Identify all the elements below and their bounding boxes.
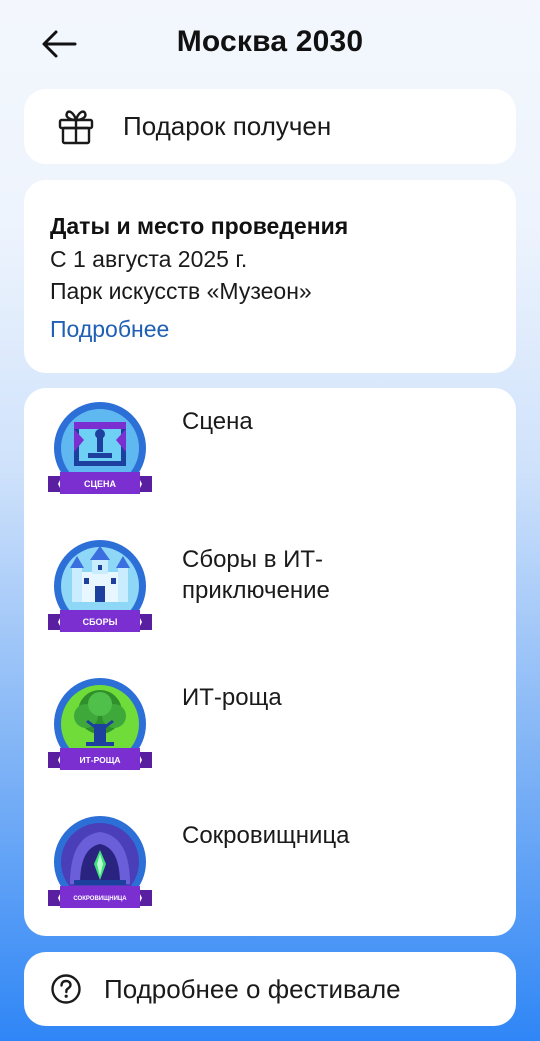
event-date: С 1 августа 2025 г. bbox=[50, 246, 248, 272]
zone-item-stage[interactable]: СЦЕНА Сцена bbox=[24, 388, 516, 526]
more-details-link[interactable]: Подробнее bbox=[50, 313, 169, 345]
tree-badge-icon: ИТ-РОЩА bbox=[48, 678, 152, 770]
badge-label: СЦЕНА bbox=[84, 479, 117, 489]
app-header: Москва 2030 bbox=[0, 0, 540, 90]
zone-item-sbory[interactable]: СБОРЫ Сборы в ИТ- приключение bbox=[24, 526, 516, 664]
event-info-card: Даты и место проведения С 1 августа 2025… bbox=[24, 180, 516, 373]
badge-label: ИТ-РОЩА bbox=[79, 755, 120, 765]
gift-status-label: Подарок получен bbox=[123, 111, 332, 141]
question-circle-icon bbox=[50, 973, 82, 1005]
zones-list: СЦЕНА Сцена СБОРЫ Сборы в ИТ- приключени… bbox=[24, 388, 516, 936]
cave-badge-icon: СОКРОВИЩНИЦА bbox=[48, 816, 152, 908]
event-place: Парк искусств «Музеон» bbox=[50, 278, 312, 304]
stage-badge-icon: СЦЕНА bbox=[48, 402, 152, 494]
zone-label: Сокровищница bbox=[182, 822, 350, 849]
zone-label: ИТ-роща bbox=[182, 684, 282, 711]
badge-label: СОКРОВИЩНИЦА bbox=[73, 896, 127, 902]
badge-label: СБОРЫ bbox=[83, 617, 118, 627]
zone-item-treasury[interactable]: СОКРОВИЩНИЦА Сокровищница bbox=[24, 802, 516, 940]
gift-icon bbox=[56, 107, 96, 147]
gift-received-card: Подарок получен bbox=[24, 89, 516, 164]
festival-details-label: Подробнее о фестивале bbox=[104, 973, 401, 1004]
zone-item-it-grove[interactable]: ИТ-РОЩА ИТ-роща bbox=[24, 664, 516, 802]
zone-label: Сцена bbox=[182, 408, 253, 435]
zone-label: Сборы в ИТ- приключение bbox=[182, 546, 330, 604]
page-title: Москва 2030 bbox=[176, 25, 364, 58]
castle-badge-icon: СБОРЫ bbox=[48, 540, 152, 632]
festival-details-button[interactable]: Подробнее о фестивале bbox=[24, 952, 516, 1026]
info-title: Даты и место проведения bbox=[50, 213, 349, 239]
